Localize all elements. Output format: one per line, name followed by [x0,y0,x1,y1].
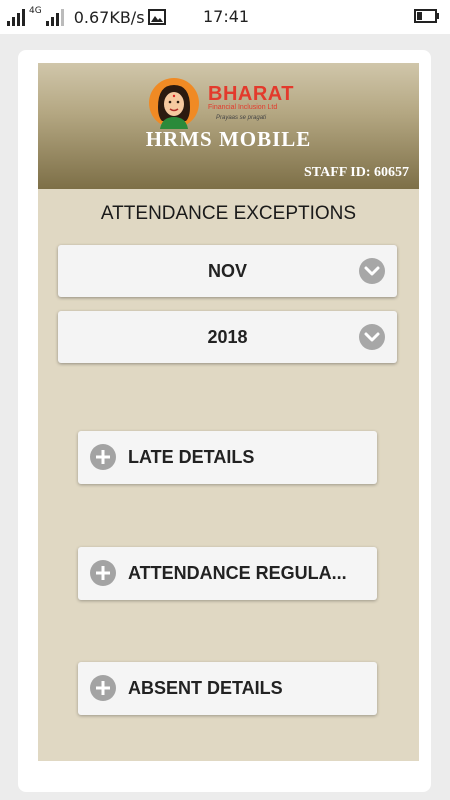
absent-details-button[interactable]: ABSENT DETAILS [78,662,377,715]
plus-circle-icon [90,560,116,586]
signal-icon [7,9,25,26]
app-panel: BHARAT Financial Inclusion Ltd Prayaas s… [38,63,419,761]
battery-icon [414,9,439,23]
network-speed: 0.67KB/s [73,7,145,27]
year-dropdown[interactable]: 2018 [58,311,397,363]
month-dropdown[interactable]: NOV [58,245,397,297]
logo-mascot-icon [149,78,199,129]
attendance-regularization-button[interactable]: ATTENDANCE REGULA... [78,547,377,600]
absent-details-label: ABSENT DETAILS [128,678,283,698]
plus-circle-icon [90,444,116,470]
network-type: 4G [29,6,42,16]
month-value: NOV [207,261,247,281]
page-title: ATTENDANCE EXCEPTIONS [100,203,357,224]
late-details-button[interactable]: LATE DETAILS [78,431,377,484]
plus-circle-icon [90,675,116,701]
year-value: 2018 [207,327,248,347]
clock: 17:41 [203,7,250,26]
chevron-down-icon [359,258,385,284]
attendance-regularization-label: ATTENDANCE REGULA... [128,563,347,583]
status-icons: 4G 0.67KB/s [6,6,166,28]
signal-icon-2 [45,9,64,26]
image-notification-icon [147,9,166,25]
brand-logo: BHARAT Financial Inclusion Ltd Prayaas s… [148,77,298,129]
chevron-down-icon [359,324,385,350]
status-bar: 4G 0.67KB/s 17:41 [0,0,450,34]
logo-brand: BHARAT [208,83,294,105]
app-header: BHARAT Financial Inclusion Ltd Prayaas s… [38,63,419,189]
late-details-label: LATE DETAILS [128,447,255,467]
staff-id: STAFF ID: 60657 [304,165,409,180]
logo-tagline: Prayaas se pragati [216,115,267,121]
app-title: HRMS MOBILE [145,127,312,151]
logo-subtitle: Financial Inclusion Ltd [208,104,278,111]
